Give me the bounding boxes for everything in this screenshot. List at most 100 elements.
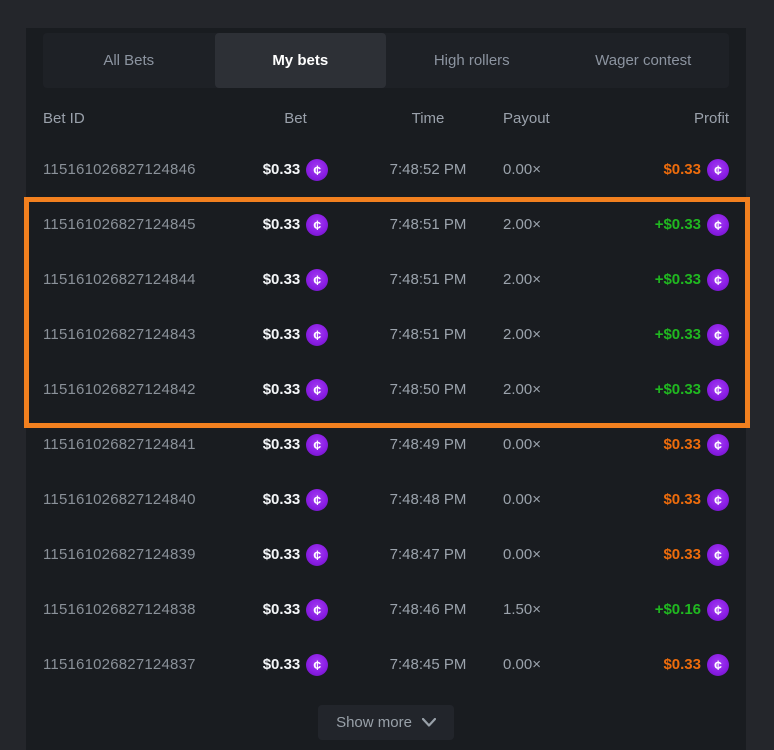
show-more-button[interactable]: Show more [318,705,454,740]
bet-cell: $0.33 ¢ [263,269,329,291]
bet-cell: $0.33 ¢ [263,379,329,401]
coin-icon: ¢ [707,434,729,456]
table-row[interactable]: 115161026827124844 $0.33 ¢ 7:48:51 PM 2.… [43,252,729,307]
table-row[interactable]: 115161026827124843 $0.33 ¢ 7:48:51 PM 2.… [43,307,729,362]
bet-amount: $0.33 [263,216,301,233]
bets-panel: All BetsMy betsHigh rollersWager contest… [26,28,746,750]
coin-icon: ¢ [306,324,328,346]
profit-cell: +$0.33 ¢ [655,324,729,346]
payout-cell: 0.00× [493,656,603,673]
profit-cell: +$0.33 ¢ [655,379,729,401]
chevron-down-icon [422,718,436,727]
tab-all-bets[interactable]: All Bets [43,33,215,88]
coin-icon: ¢ [306,269,328,291]
table-row[interactable]: 115161026827124840 $0.33 ¢ 7:48:48 PM 0.… [43,472,729,527]
show-more-label: Show more [336,714,412,731]
profit-amount: $0.33 [663,546,701,563]
bet-id-cell: 115161026827124838 [43,601,228,618]
coin-icon: ¢ [306,214,328,236]
time-cell: 7:48:51 PM [390,271,467,288]
payout-cell: 2.00× [493,216,603,233]
coin-icon: ¢ [306,159,328,181]
col-header-payout: Payout [493,110,603,127]
bet-amount: $0.33 [263,161,301,178]
payout-cell: 2.00× [493,326,603,343]
tab-high-rollers[interactable]: High rollers [386,33,558,88]
bet-amount: $0.33 [263,491,301,508]
bet-amount: $0.33 [263,326,301,343]
bet-id-cell: 115161026827124845 [43,216,228,233]
bet-cell: $0.33 ¢ [263,489,329,511]
coin-icon: ¢ [306,434,328,456]
col-header-time: Time [412,110,445,127]
coin-icon: ¢ [707,159,729,181]
coin-icon: ¢ [707,324,729,346]
coin-icon: ¢ [306,489,328,511]
bet-amount: $0.33 [263,656,301,673]
table-row[interactable]: 115161026827124845 $0.33 ¢ 7:48:51 PM 2.… [43,197,729,252]
profit-amount: +$0.33 [655,326,701,343]
bet-cell: $0.33 ¢ [263,214,329,236]
payout-cell: 1.50× [493,601,603,618]
payout-cell: 0.00× [493,161,603,178]
bet-cell: $0.33 ¢ [263,434,329,456]
coin-icon: ¢ [707,654,729,676]
coin-icon: ¢ [707,544,729,566]
table-row[interactable]: 115161026827124846 $0.33 ¢ 7:48:52 PM 0.… [43,142,729,197]
time-cell: 7:48:47 PM [390,546,467,563]
bet-id-cell: 115161026827124846 [43,161,228,178]
table-row[interactable]: 115161026827124839 $0.33 ¢ 7:48:47 PM 0.… [43,527,729,582]
bet-cell: $0.33 ¢ [263,654,329,676]
coin-icon: ¢ [707,214,729,236]
time-cell: 7:48:46 PM [390,601,467,618]
bet-amount: $0.33 [263,381,301,398]
profit-cell: +$0.33 ¢ [655,214,729,236]
col-header-profit: Profit [694,110,729,127]
bet-amount: $0.33 [263,546,301,563]
profit-cell: +$0.16 ¢ [655,599,729,621]
bet-cell: $0.33 ¢ [263,599,329,621]
bet-cell: $0.33 ¢ [263,324,329,346]
tab-wager-contest[interactable]: Wager contest [558,33,730,88]
profit-amount: $0.33 [663,491,701,508]
col-header-bet: Bet [284,110,307,127]
bet-id-cell: 115161026827124837 [43,656,228,673]
profit-cell: $0.33 ¢ [663,434,729,456]
coin-icon: ¢ [707,489,729,511]
payout-cell: 0.00× [493,491,603,508]
table-row[interactable]: 115161026827124841 $0.33 ¢ 7:48:49 PM 0.… [43,417,729,472]
profit-amount: $0.33 [663,656,701,673]
payout-cell: 0.00× [493,546,603,563]
time-cell: 7:48:49 PM [390,436,467,453]
time-cell: 7:48:48 PM [390,491,467,508]
profit-amount: $0.33 [663,161,701,178]
table-header-row: Bet ID Bet Time Payout Profit [43,95,729,142]
table-row[interactable]: 115161026827124842 $0.33 ¢ 7:48:50 PM 2.… [43,362,729,417]
coin-icon: ¢ [306,544,328,566]
payout-cell: 2.00× [493,271,603,288]
bet-cell: $0.33 ¢ [263,544,329,566]
bets-table-body: 115161026827124846 $0.33 ¢ 7:48:52 PM 0.… [43,142,729,692]
col-header-bet-id: Bet ID [43,110,228,127]
table-row[interactable]: 115161026827124837 $0.33 ¢ 7:48:45 PM 0.… [43,637,729,692]
bet-amount: $0.33 [263,271,301,288]
bets-history-screen: { "tabs": { "items": [ {"label": "All Be… [0,0,774,750]
time-cell: 7:48:50 PM [390,381,467,398]
bet-cell: $0.33 ¢ [263,159,329,181]
profit-amount: $0.33 [663,436,701,453]
bet-id-cell: 115161026827124844 [43,271,228,288]
table-row[interactable]: 115161026827124838 $0.33 ¢ 7:48:46 PM 1.… [43,582,729,637]
coin-icon: ¢ [306,654,328,676]
time-cell: 7:48:51 PM [390,326,467,343]
bet-amount: $0.33 [263,436,301,453]
profit-cell: $0.33 ¢ [663,544,729,566]
bet-amount: $0.33 [263,601,301,618]
bet-id-cell: 115161026827124843 [43,326,228,343]
profit-cell: $0.33 ¢ [663,159,729,181]
coin-icon: ¢ [707,599,729,621]
coin-icon: ¢ [306,379,328,401]
tab-my-bets[interactable]: My bets [215,33,387,88]
coin-icon: ¢ [707,269,729,291]
bet-id-cell: 115161026827124840 [43,491,228,508]
payout-cell: 0.00× [493,436,603,453]
